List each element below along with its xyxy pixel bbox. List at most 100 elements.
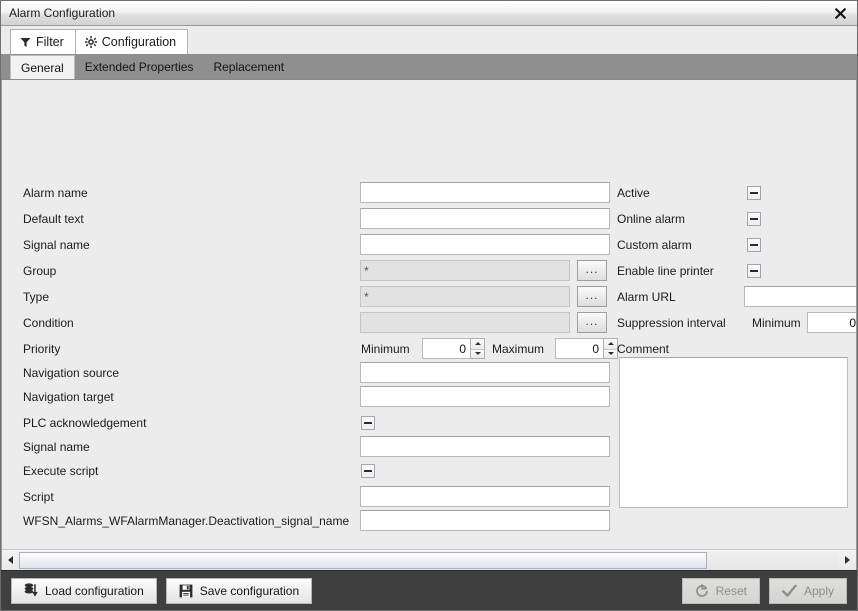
- load-configuration-button[interactable]: Load configuration: [11, 578, 157, 604]
- group-browse-button[interactable]: ...: [577, 260, 607, 281]
- default-text-label: Default text: [23, 212, 84, 226]
- alarm-url-label: Alarm URL: [617, 290, 676, 304]
- primary-tab-strip: Filter Configuration: [1, 26, 857, 54]
- field-row-active: Active: [617, 182, 650, 204]
- field-row-suppression-interval: Suppression interval: [617, 312, 726, 334]
- deactivation-signal-label: WFSN_Alarms_WFAlarmManager.Deactivation_…: [23, 514, 349, 528]
- priority-minimum-decrement-icon[interactable]: [471, 349, 484, 359]
- general-form: Alarm name Default text Signal name Grou…: [2, 80, 856, 548]
- field-row-navigation-target: Navigation target: [23, 386, 114, 408]
- signal-name-2-input[interactable]: [360, 436, 610, 457]
- reset-button[interactable]: Reset: [682, 578, 760, 604]
- custom-alarm-label: Custom alarm: [617, 238, 692, 252]
- priority-minimum-label: Minimum: [361, 342, 410, 356]
- field-row-enable-line-printer: Enable line printer: [617, 260, 714, 282]
- apply-button[interactable]: Apply: [769, 578, 847, 604]
- field-row-priority: Priority: [23, 338, 60, 360]
- priority-minimum-stepper-buttons: [470, 338, 485, 359]
- priority-minimum-increment-icon[interactable]: [471, 339, 484, 349]
- field-row-alarm-name: Alarm name: [23, 182, 88, 204]
- tab-filter-label: Filter: [36, 35, 64, 49]
- secondary-tab-strip: General Extended Properties Replacement: [1, 54, 857, 80]
- default-text-input[interactable]: [360, 208, 610, 229]
- group-input[interactable]: [360, 260, 570, 281]
- type-browse-button[interactable]: ...: [577, 286, 607, 307]
- group-browse-label: ...: [585, 262, 598, 276]
- script-label: Script: [23, 490, 54, 504]
- type-input[interactable]: [360, 286, 570, 307]
- field-row-navigation-source: Navigation source: [23, 362, 119, 384]
- field-row-script: Script: [23, 486, 54, 508]
- plc-acknowledgement-label: PLC acknowledgement: [23, 416, 146, 430]
- horizontal-scrollbar[interactable]: [2, 549, 856, 570]
- priority-maximum-increment-icon[interactable]: [604, 339, 617, 349]
- script-input[interactable]: [360, 486, 610, 507]
- priority-minimum-group: Minimum: [361, 338, 410, 360]
- scroll-left-arrow-icon[interactable]: [2, 551, 19, 570]
- priority-maximum-stepper-buttons: [603, 338, 618, 359]
- priority-minimum-input[interactable]: [422, 338, 470, 359]
- load-configuration-label: Load configuration: [45, 584, 144, 598]
- scrollbar-track[interactable]: [19, 552, 839, 569]
- field-row-signal-name: Signal name: [23, 234, 90, 256]
- active-checkbox[interactable]: [747, 186, 761, 200]
- alarm-name-label: Alarm name: [23, 186, 88, 200]
- condition-browse-button[interactable]: ...: [577, 312, 607, 333]
- signal-name-input[interactable]: [360, 234, 610, 255]
- tab-general-label: General: [21, 61, 64, 75]
- active-label: Active: [617, 186, 650, 200]
- online-alarm-label: Online alarm: [617, 212, 685, 226]
- field-row-custom-alarm: Custom alarm: [617, 234, 692, 256]
- execute-script-label: Execute script: [23, 464, 98, 478]
- field-row-plc-acknowledgement: PLC acknowledgement: [23, 412, 146, 434]
- online-alarm-checkbox[interactable]: [747, 212, 761, 226]
- condition-label: Condition: [23, 316, 74, 330]
- comment-label: Comment: [617, 342, 669, 356]
- scroll-right-arrow-icon[interactable]: [839, 551, 856, 570]
- field-row-type: Type: [23, 286, 49, 308]
- field-row-default-text: Default text: [23, 208, 84, 230]
- type-label: Type: [23, 290, 49, 304]
- navigation-source-label: Navigation source: [23, 366, 119, 380]
- alarm-url-input[interactable]: [744, 286, 856, 307]
- type-browse-label: ...: [585, 288, 598, 302]
- execute-script-checkbox[interactable]: [361, 464, 375, 478]
- tab-general[interactable]: General: [10, 55, 75, 79]
- tab-filter[interactable]: Filter: [10, 29, 76, 54]
- save-configuration-label: Save configuration: [200, 584, 299, 598]
- tab-replacement[interactable]: Replacement: [203, 55, 294, 79]
- gear-icon: [85, 36, 97, 48]
- custom-alarm-checkbox[interactable]: [747, 238, 761, 252]
- condition-input[interactable]: [360, 312, 570, 333]
- plc-acknowledgement-checkbox[interactable]: [361, 416, 375, 430]
- save-configuration-button[interactable]: Save configuration: [166, 578, 312, 604]
- signal-name-2-label: Signal name: [23, 440, 90, 454]
- priority-maximum-stepper[interactable]: [555, 338, 618, 359]
- navigation-target-input[interactable]: [360, 386, 610, 407]
- tab-extended-properties[interactable]: Extended Properties: [75, 55, 204, 79]
- priority-maximum-input[interactable]: [555, 338, 603, 359]
- alarm-name-input[interactable]: [360, 182, 610, 203]
- priority-minimum-stepper[interactable]: [422, 338, 485, 359]
- priority-maximum-decrement-icon[interactable]: [604, 349, 617, 359]
- suppression-minimum-input[interactable]: [807, 312, 856, 333]
- scrollbar-thumb[interactable]: [19, 552, 707, 569]
- field-row-group: Group: [23, 260, 56, 282]
- window-titlebar: Alarm Configuration: [1, 1, 857, 26]
- tab-replacement-label: Replacement: [213, 60, 284, 74]
- reset-label: Reset: [716, 584, 747, 598]
- refresh-icon: [695, 584, 709, 598]
- tab-configuration[interactable]: Configuration: [76, 29, 188, 54]
- suppression-minimum-label: Minimum: [752, 316, 801, 330]
- window-title: Alarm Configuration: [9, 6, 115, 20]
- deactivation-signal-input[interactable]: [360, 510, 610, 531]
- comment-textarea[interactable]: [619, 357, 848, 508]
- enable-line-printer-checkbox[interactable]: [747, 264, 761, 278]
- close-icon[interactable]: [827, 3, 853, 23]
- field-row-signal-name-2: Signal name: [23, 436, 90, 458]
- apply-label: Apply: [804, 584, 834, 598]
- database-download-icon: [24, 583, 38, 598]
- navigation-source-input[interactable]: [360, 362, 610, 383]
- checkmark-icon: [782, 584, 797, 598]
- priority-maximum-group: Maximum: [492, 338, 544, 360]
